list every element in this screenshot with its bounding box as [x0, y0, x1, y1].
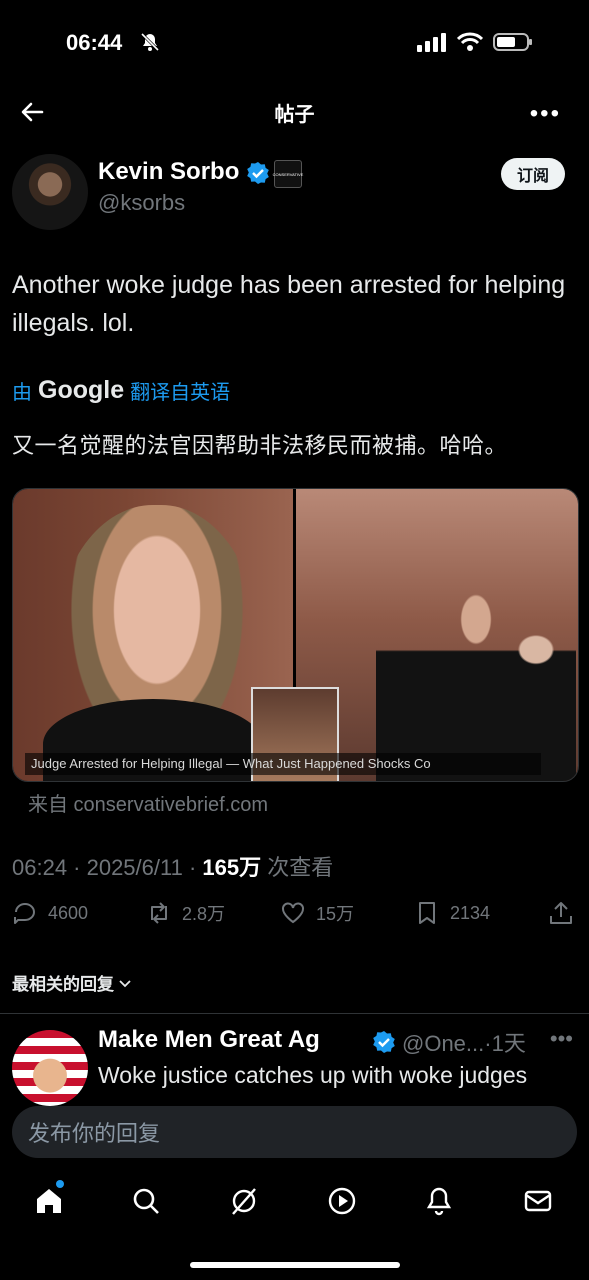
author-handle[interactable]: @ksorbs [98, 190, 185, 216]
views-count: 165万 [202, 855, 262, 880]
action-bar: 4600 2.8万 15万 2134 [12, 900, 577, 940]
google-logo: Google [38, 376, 125, 404]
reply-icon [14, 903, 35, 924]
share-action[interactable] [548, 900, 574, 926]
repost-icon [151, 902, 167, 924]
link-card-caption: Judge Arrested for Helping Illegal — Wha… [25, 753, 541, 775]
chevron-down-icon [119, 979, 131, 987]
like-count: 15万 [316, 904, 355, 924]
subscribe-button[interactable]: 订阅 [500, 158, 565, 190]
people-walking-photo [376, 579, 576, 781]
translated-text: 又一名觉醒的法官因帮助非法移民而被捕。哈哈。 [12, 433, 508, 458]
heart-icon [282, 902, 304, 924]
home-icon[interactable] [34, 1186, 64, 1216]
divider [0, 1013, 589, 1014]
bookmark-count: 2134 [450, 902, 491, 923]
repost-action[interactable]: 2.8万 [146, 900, 225, 926]
reply-more-icon[interactable]: ••• [550, 1026, 573, 1052]
search-icon[interactable] [131, 1186, 161, 1216]
reply-sort-label: 最相关的回复 [12, 975, 114, 994]
bottom-tab-bar [0, 1172, 589, 1232]
translation-attribution[interactable]: 由 Google 翻译自英语 [12, 376, 230, 405]
translated-prefix: 由 [12, 382, 32, 404]
affiliate-badge[interactable]: CONSERVATIVE [273, 160, 303, 188]
reply-compose-input[interactable]: 发布你的回复 [12, 1106, 577, 1158]
home-notification-dot [56, 1180, 64, 1188]
translated-suffix: 翻译自英语 [130, 382, 231, 404]
share-icon [550, 902, 572, 924]
reply-sort-dropdown[interactable]: 最相关的回复 [12, 970, 133, 995]
reply-count: 4600 [48, 902, 89, 923]
bookmark-action[interactable]: 2134 [414, 900, 490, 926]
verified-badge-icon [373, 1031, 395, 1053]
wifi-icon [457, 32, 483, 51]
bell-muted-icon [140, 32, 160, 52]
author-avatar[interactable] [12, 154, 88, 230]
like-action[interactable]: 15万 [280, 900, 354, 926]
repost-count: 2.8万 [182, 904, 226, 924]
status-time: 06:44 [66, 30, 123, 55]
notifications-bell-icon[interactable] [424, 1186, 454, 1216]
post-timestamp: 06:24 · 2025/6/11 · [12, 855, 203, 880]
grok-icon[interactable] [229, 1186, 259, 1216]
views-label: 次查看 [261, 855, 334, 880]
author-name[interactable]: Kevin Sorbo [98, 158, 239, 186]
messages-envelope-icon[interactable] [523, 1186, 553, 1216]
video-play-icon[interactable] [327, 1186, 357, 1216]
home-indicator [190, 1262, 400, 1268]
reply-text[interactable]: Woke justice catches up with woke judges [98, 1062, 527, 1089]
battery-icon [493, 33, 532, 51]
more-options-icon[interactable]: ••• [530, 100, 561, 128]
post-text: Another woke judge has been arrested for… [12, 271, 566, 337]
bookmark-icon [419, 902, 435, 924]
page-title: 帖子 [274, 104, 315, 126]
reply-author-handle[interactable]: @One...·1天 [402, 1026, 526, 1058]
reply-action[interactable]: 4600 [12, 900, 88, 926]
verified-badge-icon [247, 162, 269, 184]
link-card-image[interactable]: Judge Arrested for Helping Illegal — Wha… [12, 488, 579, 782]
link-source[interactable]: 来自 conservativebrief.com [28, 788, 268, 817]
status-icons [417, 32, 533, 52]
reply-author-avatar[interactable] [12, 1030, 88, 1106]
post-meta: 06:24 · 2025/6/11 · 165万 次查看 [12, 850, 333, 882]
reply-author-name[interactable]: Make Men Great Ag [98, 1026, 320, 1054]
cellular-signal-icon [417, 33, 446, 52]
